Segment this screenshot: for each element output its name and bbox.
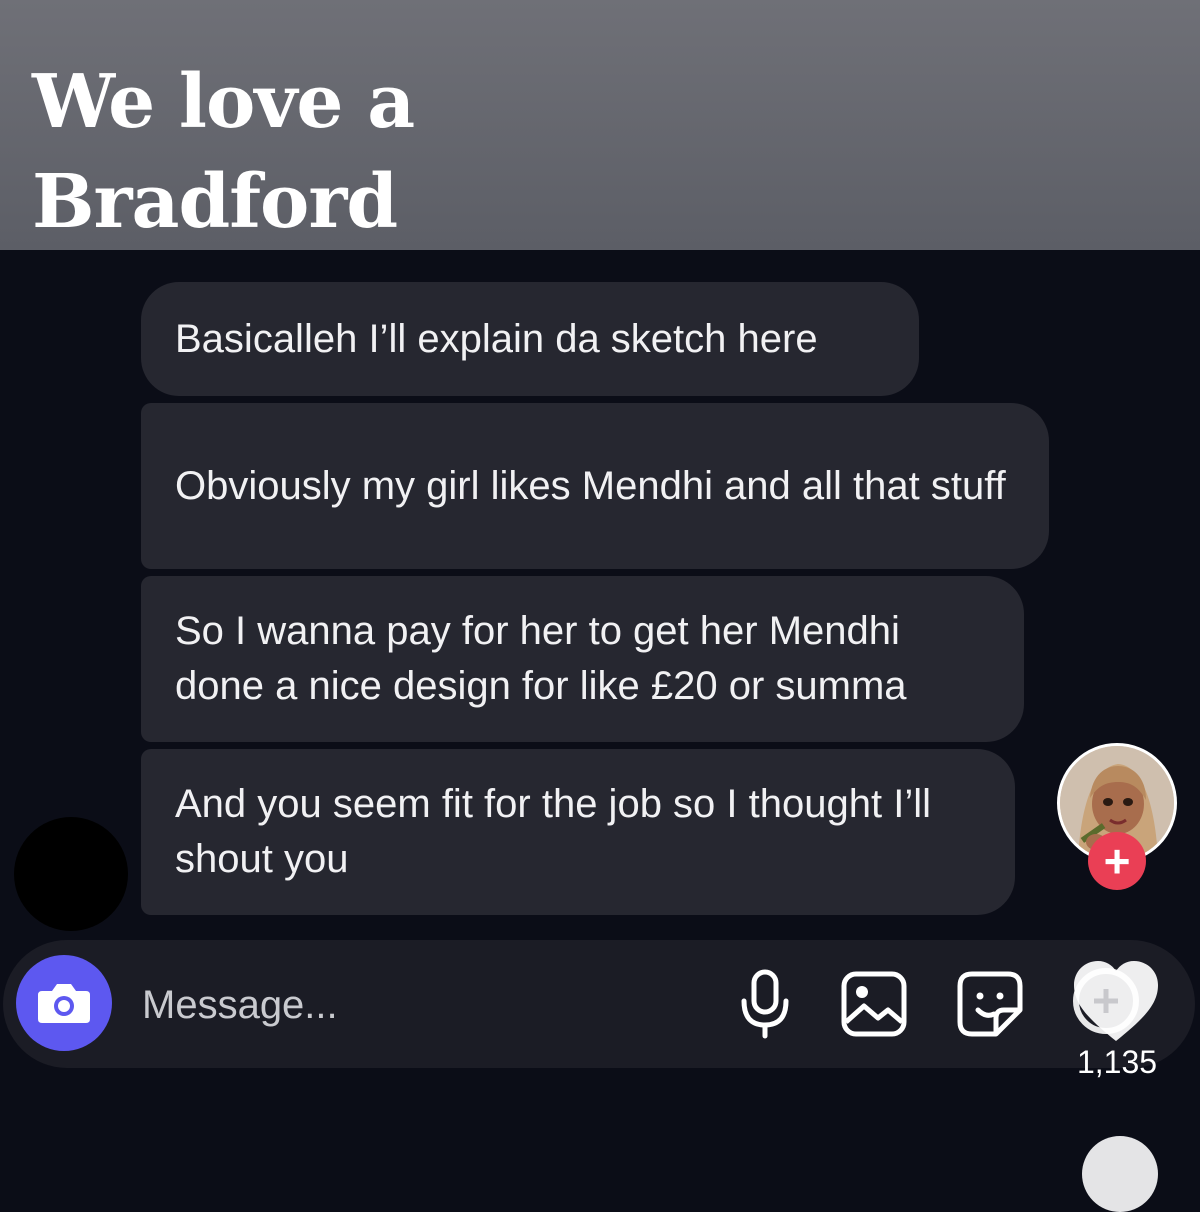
microphone-icon — [741, 969, 789, 1039]
camera-icon — [38, 984, 90, 1023]
caption-line-1: We love a Bradford — [32, 59, 415, 245]
next-avatar[interactable] — [1082, 1136, 1158, 1212]
image-icon — [841, 971, 907, 1037]
sticker-button[interactable] — [954, 968, 1026, 1040]
follow-button[interactable]: + — [1088, 832, 1146, 890]
camera-button[interactable] — [16, 955, 112, 1051]
message-text: And you seem fit for the job so I though… — [175, 782, 931, 881]
message-text: So I wanna pay for her to get her Mendhi… — [175, 609, 907, 708]
caption-banner: We love a Bradford loverboy — [0, 0, 1200, 345]
sender-avatar[interactable] — [14, 817, 128, 931]
plus-icon: + — [1103, 835, 1131, 887]
like-count: 1,135 — [1076, 1044, 1158, 1080]
message-bubble[interactable]: Basicalleh I’ll explain da sketch here — [141, 282, 919, 396]
sticker-icon — [957, 971, 1023, 1037]
message-bubble[interactable]: Obviously my girl likes Mendhi and all t… — [141, 403, 1049, 569]
message-bubble[interactable]: And you seem fit for the job so I though… — [141, 749, 1015, 915]
gallery-button[interactable] — [838, 968, 910, 1040]
message-text: Obviously my girl likes Mendhi and all t… — [175, 463, 1006, 508]
microphone-button[interactable] — [729, 968, 801, 1040]
message-input[interactable] — [142, 980, 662, 1030]
message-text: Basicalleh I’ll explain da sketch here — [175, 316, 818, 361]
message-bubble[interactable]: So I wanna pay for her to get her Mendhi… — [141, 576, 1024, 742]
heart-icon — [1073, 961, 1158, 1041]
like-button[interactable] — [1068, 955, 1164, 1051]
